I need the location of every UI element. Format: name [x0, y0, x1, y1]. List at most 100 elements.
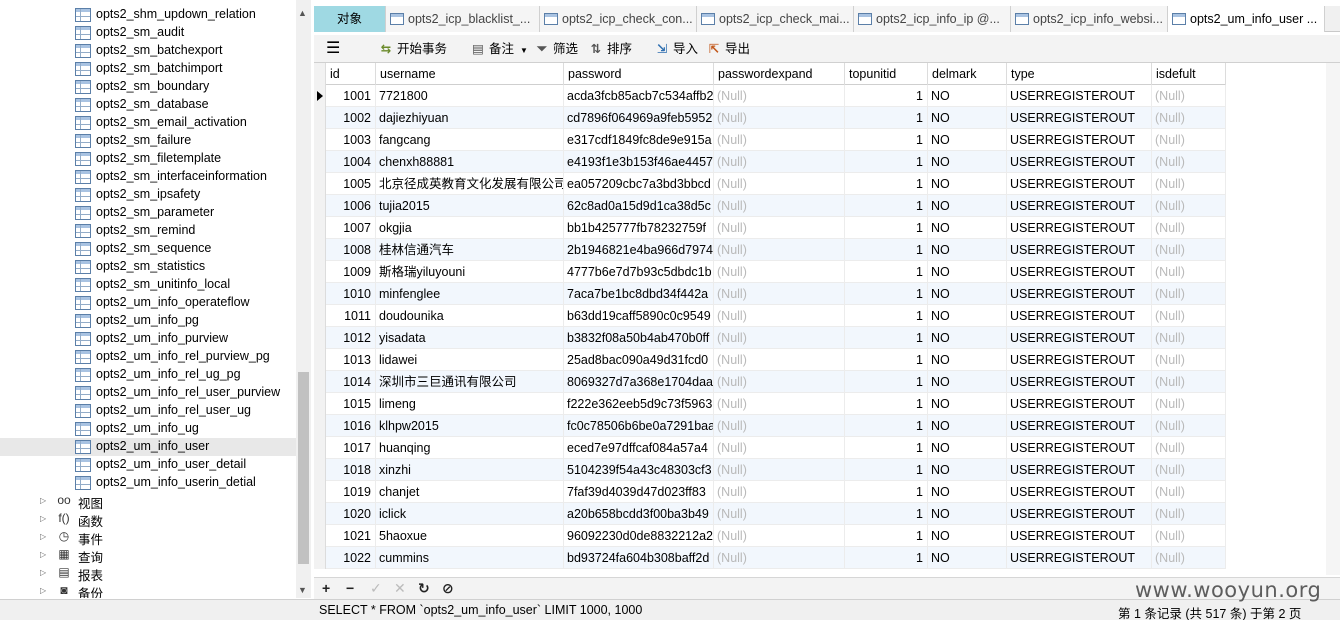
- cell-delmark[interactable]: NO: [928, 129, 1007, 151]
- table-row[interactable]: 1018 xinzhi 5104239f54a43c48303cf3 (Null) 1 N…: [314, 459, 1226, 481]
- table-row[interactable]: 1010 minfenglee 7aca7be1bc8dbd34f442a (Null…: [314, 283, 1226, 305]
- cell-id[interactable]: 1005: [326, 173, 376, 195]
- cell-isdefult[interactable]: (Null): [1152, 393, 1226, 415]
- sidebar-table-item[interactable]: opts2_sm_failure: [0, 132, 296, 150]
- cell-topunitid[interactable]: 1: [845, 85, 928, 107]
- cell-id[interactable]: 1017: [326, 437, 376, 459]
- sidebar-group-item[interactable]: ▷ ◙ 备份: [0, 582, 296, 598]
- expand-arrow-icon[interactable]: ▷: [40, 532, 46, 541]
- sidebar-table-item[interactable]: opts2_sm_parameter: [0, 204, 296, 222]
- tab-5[interactable]: opts2_icp_info_websi...: [1011, 6, 1168, 32]
- table-row[interactable]: 1016 klhpw2015 fc0c78506b6be0a7291baa (Null…: [314, 415, 1226, 437]
- cell-id[interactable]: 1020: [326, 503, 376, 525]
- cell-delmark[interactable]: NO: [928, 525, 1007, 547]
- cell-password[interactable]: fc0c78506b6be0a7291baa: [564, 415, 714, 437]
- cell-type[interactable]: USERREGISTEROUT: [1007, 195, 1152, 217]
- cell-delmark[interactable]: NO: [928, 503, 1007, 525]
- cell-topunitid[interactable]: 1: [845, 217, 928, 239]
- delete-record-icon[interactable]: −: [346, 580, 354, 596]
- cell-delmark[interactable]: NO: [928, 85, 1007, 107]
- cell-username[interactable]: 桂林信通汽车: [376, 239, 564, 261]
- cell-username[interactable]: chanjet: [376, 481, 564, 503]
- cell-type[interactable]: USERREGISTEROUT: [1007, 393, 1152, 415]
- hamburger-icon[interactable]: ☰: [326, 39, 340, 59]
- row-indicator[interactable]: [314, 107, 326, 129]
- cell-delmark[interactable]: NO: [928, 393, 1007, 415]
- cell-username[interactable]: doudounika: [376, 305, 564, 327]
- table-row[interactable]: 1022 cummins bd93724fa604b308baff2d (Null) 1…: [314, 547, 1226, 569]
- sidebar-table-item[interactable]: opts2_um_info_operateflow: [0, 294, 296, 312]
- table-row[interactable]: 1007 okgjia bb1b425777fb78232759f (Null) 1 NO…: [314, 217, 1226, 239]
- expand-arrow-icon[interactable]: ▷: [40, 568, 46, 577]
- cell-passwordexpand[interactable]: (Null): [714, 129, 845, 151]
- sidebar-group-item[interactable]: ▷ f() 函数: [0, 510, 296, 529]
- cell-password[interactable]: 8069327d7a368e1704daa: [564, 371, 714, 393]
- cell-topunitid[interactable]: 1: [845, 481, 928, 503]
- cell-password[interactable]: 96092230d0de8832212a2: [564, 525, 714, 547]
- cell-passwordexpand[interactable]: (Null): [714, 261, 845, 283]
- cell-isdefult[interactable]: (Null): [1152, 305, 1226, 327]
- row-indicator[interactable]: [314, 239, 326, 261]
- cell-type[interactable]: USERREGISTEROUT: [1007, 525, 1152, 547]
- cell-delmark[interactable]: NO: [928, 217, 1007, 239]
- sidebar-table-item[interactable]: opts2_sm_batchimport: [0, 60, 296, 78]
- table-row[interactable]: 1003 fangcang e317cdf1849fc8de9e915a (Null)…: [314, 129, 1226, 151]
- table-row[interactable]: 1005 北京径成英教育文化发展有限公司 ea057209cbc7a3bd3bbcd…: [314, 173, 1226, 195]
- column-header-username[interactable]: username: [376, 63, 564, 85]
- expand-arrow-icon[interactable]: ▷: [40, 496, 46, 505]
- cell-type[interactable]: USERREGISTEROUT: [1007, 327, 1152, 349]
- column-header-password[interactable]: password: [564, 63, 714, 85]
- row-indicator[interactable]: [314, 305, 326, 327]
- cell-isdefult[interactable]: (Null): [1152, 547, 1226, 569]
- sidebar-scroll-thumb[interactable]: [298, 372, 309, 564]
- cell-username[interactable]: iclick: [376, 503, 564, 525]
- sidebar-group-item[interactable]: ▷ ▦ 查询: [0, 546, 296, 565]
- cell-topunitid[interactable]: 1: [845, 261, 928, 283]
- cell-type[interactable]: USERREGISTEROUT: [1007, 217, 1152, 239]
- cell-type[interactable]: USERREGISTEROUT: [1007, 129, 1152, 151]
- sidebar-group-item[interactable]: ▷ ◷ 事件: [0, 528, 296, 547]
- cell-passwordexpand[interactable]: (Null): [714, 525, 845, 547]
- scroll-up-arrow-icon[interactable]: ▲: [298, 8, 307, 18]
- apply-changes-icon[interactable]: ✓: [370, 580, 382, 597]
- cell-id[interactable]: 1007: [326, 217, 376, 239]
- cell-passwordexpand[interactable]: (Null): [714, 481, 845, 503]
- export-button[interactable]: ⇱ 导出: [706, 39, 750, 59]
- row-indicator[interactable]: [314, 437, 326, 459]
- cell-password[interactable]: e4193f1e3b153f46ae4457: [564, 151, 714, 173]
- sidebar-table-item[interactable]: opts2_sm_filetemplate: [0, 150, 296, 168]
- row-indicator[interactable]: [314, 129, 326, 151]
- table-row[interactable]: 1019 chanjet 7faf39d4039d47d023ff83 (Null) 1…: [314, 481, 1226, 503]
- row-indicator[interactable]: [314, 217, 326, 239]
- cell-id[interactable]: 1006: [326, 195, 376, 217]
- cell-password[interactable]: ea057209cbc7a3bd3bbcd: [564, 173, 714, 195]
- cell-username[interactable]: lidawei: [376, 349, 564, 371]
- row-indicator[interactable]: [314, 415, 326, 437]
- table-row[interactable]: 1015 limeng f222e362eeb5d9c73f5963 (Null) 1 N…: [314, 393, 1226, 415]
- table-row[interactable]: 1021 5haoxue 96092230d0de8832212a2 (Null) 1 N…: [314, 525, 1226, 547]
- cell-type[interactable]: USERREGISTEROUT: [1007, 151, 1152, 173]
- cell-username[interactable]: chenxh88881: [376, 151, 564, 173]
- cell-delmark[interactable]: NO: [928, 349, 1007, 371]
- table-row[interactable]: 1012 yisadata b3832f08a50b4ab470b0ff (Null)…: [314, 327, 1226, 349]
- column-header-delmark[interactable]: delmark: [928, 63, 1007, 85]
- row-indicator[interactable]: [314, 349, 326, 371]
- table-row[interactable]: 1004 chenxh88881 e4193f1e3b153f46ae4457 (Nu…: [314, 151, 1226, 173]
- notes-button[interactable]: ▤ 备注 ▼: [470, 39, 528, 59]
- cell-id[interactable]: 1013: [326, 349, 376, 371]
- row-indicator[interactable]: [314, 371, 326, 393]
- cell-id[interactable]: 1009: [326, 261, 376, 283]
- cell-id[interactable]: 1011: [326, 305, 376, 327]
- row-indicator[interactable]: [314, 481, 326, 503]
- cell-topunitid[interactable]: 1: [845, 371, 928, 393]
- cell-id[interactable]: 1021: [326, 525, 376, 547]
- row-indicator[interactable]: [314, 503, 326, 525]
- cell-topunitid[interactable]: 1: [845, 283, 928, 305]
- cell-type[interactable]: USERREGISTEROUT: [1007, 547, 1152, 569]
- tab-6[interactable]: opts2_um_info_user ...: [1168, 6, 1325, 32]
- cell-passwordexpand[interactable]: (Null): [714, 415, 845, 437]
- cell-password[interactable]: b3832f08a50b4ab470b0ff: [564, 327, 714, 349]
- sidebar-table-item[interactable]: opts2_sm_ipsafety: [0, 186, 296, 204]
- cell-password[interactable]: 4777b6e7d7b93c5dbdc1b: [564, 261, 714, 283]
- cell-id[interactable]: 1003: [326, 129, 376, 151]
